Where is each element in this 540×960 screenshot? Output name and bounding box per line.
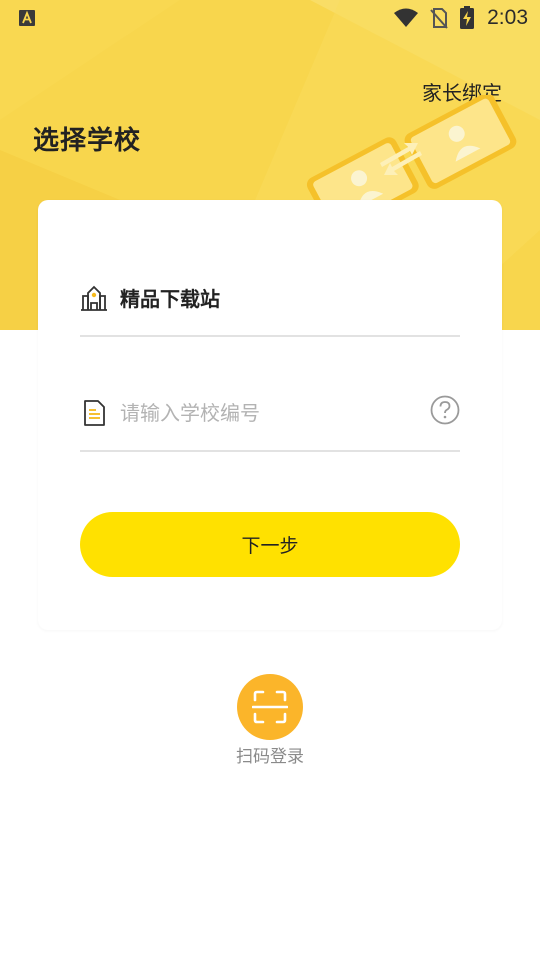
status-icons: 2:03 <box>393 4 528 32</box>
scan-frame-icon <box>252 690 288 724</box>
page-title: 选择学校 <box>33 126 142 156</box>
no-sim-icon <box>430 8 448 29</box>
phones-exchange-illustration <box>306 95 517 210</box>
question-circle-icon[interactable] <box>430 395 460 425</box>
next-step-button[interactable]: 下一步 <box>80 512 460 577</box>
scan-icon-circle[interactable] <box>237 674 303 740</box>
keyboard-a-icon <box>19 10 35 26</box>
school-form-card: 精品下载站 下一步 <box>38 200 502 630</box>
scan-login-button[interactable]: 扫码登录 <box>220 674 320 774</box>
school-select-row[interactable]: 精品下载站 <box>80 275 460 337</box>
school-building-icon <box>81 285 107 311</box>
document-icon <box>84 400 105 426</box>
scan-login-label: 扫码登录 <box>236 747 304 767</box>
status-bar: 2:03 <box>0 0 540 36</box>
school-code-input[interactable] <box>120 396 420 430</box>
school-code-row <box>80 390 460 452</box>
status-time: 2:03 <box>487 6 528 29</box>
battery-charging-icon <box>460 6 475 29</box>
wifi-icon <box>394 8 419 27</box>
school-name: 精品下载站 <box>120 287 220 311</box>
